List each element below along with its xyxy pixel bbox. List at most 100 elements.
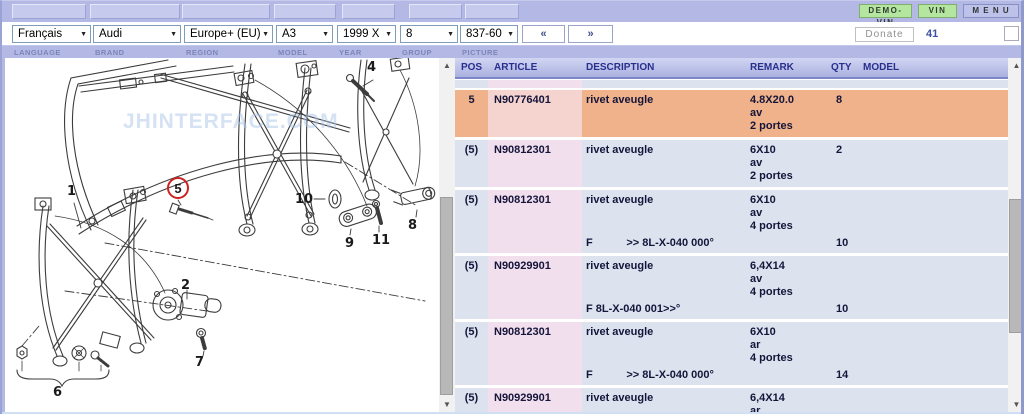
header-qty: QTY — [829, 62, 861, 73]
callout-10: 10 — [295, 192, 313, 207]
f-qty-cell: 14 — [829, 369, 861, 385]
brand-select[interactable]: Audi ▼ — [93, 25, 181, 43]
description-cell: rivet aveugle — [582, 90, 749, 137]
article-cell: N90812301 — [488, 190, 582, 253]
counter-badge: 41 — [926, 28, 938, 40]
qty-cell — [829, 256, 861, 303]
diagram-scrollbar[interactable]: ▲ ▼ — [439, 58, 455, 412]
bolt-part-5 — [169, 203, 213, 220]
qty-cell: 2 — [829, 140, 861, 187]
watermark-text: JHINTERFACE.COM — [123, 110, 363, 134]
construction-lines — [22, 162, 425, 346]
scroll-down-icon[interactable]: ▼ — [439, 400, 455, 409]
year-value: 1999 X — [343, 28, 383, 40]
filter-box-language[interactable] — [12, 4, 86, 19]
f-note-cell: F >> 8L-X-040 000° — [582, 237, 829, 253]
model-value: A3 — [282, 28, 320, 40]
pos-cell: (5) — [455, 388, 488, 412]
qty-cell: 8 — [829, 90, 861, 137]
description-cell: rivet aveugle — [582, 256, 749, 303]
year-label: YEAR — [339, 48, 362, 57]
header-pos: POS — [455, 62, 488, 73]
table-row[interactable]: (5) N90812301 rivet aveugle 6X10av4 port… — [455, 190, 1008, 253]
filter-box-region[interactable] — [182, 4, 270, 19]
qty-cell — [829, 80, 861, 88]
filter-box-group[interactable] — [409, 4, 462, 19]
article-cell — [488, 80, 582, 88]
diagram-panel[interactable]: JHINTERFACE.COM — [5, 58, 439, 412]
vin-button[interactable]: VIN — [918, 4, 957, 18]
group-label: GROUP — [402, 48, 432, 57]
table-row[interactable]: (5) N90812301 rivet aveugle 6X10av2 port… — [455, 140, 1008, 187]
donate-button[interactable]: Donate — [855, 27, 914, 42]
next-picture-button[interactable]: » — [568, 25, 613, 43]
table-row[interactable]: (5) N90929901 rivet aveugle 6,4X14av4 po… — [455, 256, 1008, 319]
front-regulator — [234, 61, 367, 236]
scrollbar-thumb[interactable] — [1009, 199, 1023, 333]
group-select[interactable]: 8 ▼ — [400, 25, 458, 43]
chevron-down-icon: ▼ — [445, 31, 454, 38]
region-select[interactable]: Europe+ (EU) ▼ — [184, 25, 273, 43]
language-label: LANGUAGE — [14, 48, 61, 57]
chevron-down-icon: ▼ — [383, 31, 392, 38]
remark-cell: 6,4X14ar — [749, 388, 829, 412]
filter-box-year[interactable] — [342, 4, 395, 19]
model-select[interactable]: A3 ▼ — [276, 25, 333, 43]
header-article: ARTICLE — [488, 62, 582, 73]
callout-2: 2 — [181, 278, 190, 293]
screw-part-7 — [197, 329, 206, 350]
menu-button[interactable]: M E N U — [963, 4, 1019, 18]
disc-part-10 — [329, 190, 341, 208]
model-cell — [861, 90, 1008, 137]
table-scrollbar[interactable]: ▲ ▼ — [1008, 58, 1024, 412]
toolbar-select-row: Français ▼ Audi ▼ Europe+ (EU) ▼ A3 ▼ 19… — [2, 22, 1021, 45]
language-value: Français — [18, 28, 78, 40]
model-cell — [861, 388, 1008, 412]
table-row[interactable] — [455, 80, 1008, 88]
picture-select[interactable]: 837-60 ▼ — [460, 25, 518, 43]
chevron-down-icon: ▼ — [320, 31, 329, 38]
filter-box-picture[interactable] — [465, 4, 519, 19]
scroll-up-icon[interactable]: ▲ — [1008, 61, 1024, 70]
scroll-down-icon[interactable]: ▼ — [1008, 400, 1024, 409]
year-select[interactable]: 1999 X ▼ — [337, 25, 396, 43]
table-header: POS ARTICLE DESCRIPTION REMARK QTY MODEL — [455, 58, 1008, 79]
screw-part-11 — [373, 201, 382, 224]
callout-7: 7 — [195, 355, 204, 370]
language-select[interactable]: Français ▼ — [12, 25, 91, 43]
region-value: Europe+ (EU) — [190, 28, 260, 40]
table-row[interactable]: (5) N90929901 rivet aveugle 6,4X14ar — [455, 388, 1008, 412]
scroll-up-icon[interactable]: ▲ — [439, 61, 455, 70]
chevron-down-icon: ▼ — [260, 31, 269, 38]
filter-box-brand[interactable] — [90, 4, 180, 19]
brand-value: Audi — [99, 28, 168, 40]
table-row[interactable]: 5 N90776401 rivet aveugle 4.8X20.0av2 po… — [455, 90, 1008, 137]
prev-picture-button[interactable]: « — [522, 25, 565, 43]
remark-cell — [749, 80, 829, 88]
pos-cell: (5) — [455, 190, 488, 253]
table-row[interactable]: (5) N90812301 rivet aveugle 6X10ar4 port… — [455, 322, 1008, 385]
chevron-down-icon: ▼ — [505, 31, 514, 38]
chevron-down-icon: ▼ — [168, 31, 177, 38]
toolbar-label-row: LANGUAGE BRAND REGION MODEL YEAR GROUP P… — [2, 45, 1021, 58]
picture-value: 837-60 — [466, 28, 505, 40]
f-note-cell: F >> 8L-X-040 000° — [582, 369, 829, 385]
small-input-box[interactable] — [1004, 26, 1019, 41]
app-window: DEMO-VIN VIN M E N U Français ▼ Audi ▼ E… — [0, 0, 1024, 414]
header-model: MODEL — [861, 62, 1008, 73]
chevron-down-icon: ▼ — [78, 31, 87, 38]
model-cell — [861, 80, 1008, 88]
scrollbar-thumb[interactable] — [440, 197, 453, 395]
pos-cell — [455, 80, 488, 88]
article-cell: N90812301 — [488, 140, 582, 187]
filter-box-model[interactable] — [274, 4, 336, 19]
description-cell: rivet aveugle — [582, 388, 749, 412]
f-note-cell: F 8L-X-040 001>>° — [582, 303, 829, 319]
demo-vin-button[interactable]: DEMO-VIN — [859, 4, 912, 18]
toolbar-top-row: DEMO-VIN VIN M E N U — [2, 1, 1021, 22]
model-cell — [861, 322, 1008, 385]
pos-cell: (5) — [455, 140, 488, 187]
pos-cell: (5) — [455, 322, 488, 385]
header-remark: REMARK — [749, 62, 829, 73]
f-qty-cell: 10 — [829, 303, 861, 319]
